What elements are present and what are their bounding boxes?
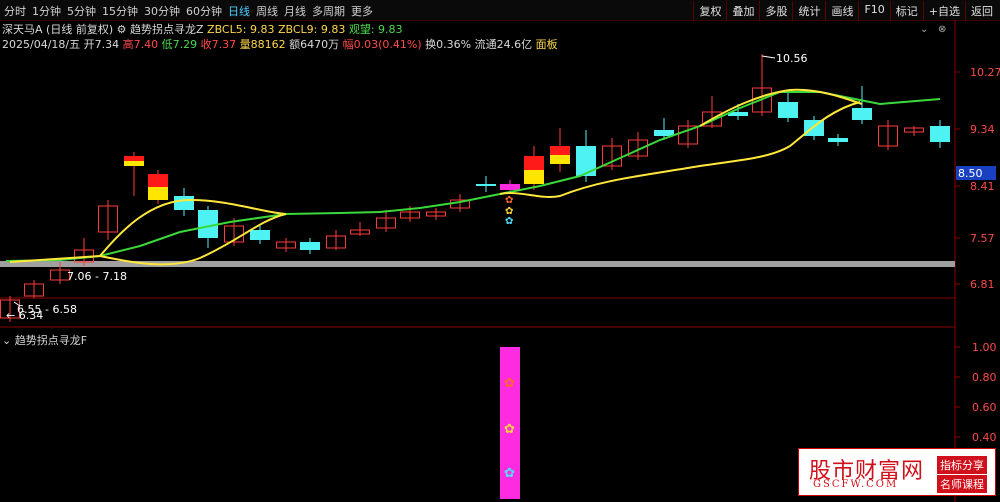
candle-body: [300, 242, 320, 250]
butterfly-signal-icon: ✿: [505, 216, 513, 227]
candle-body: [576, 146, 596, 176]
candle-body: [828, 138, 848, 142]
candle-body-signal: [148, 174, 168, 187]
price-axis-label: 8.41: [970, 180, 995, 193]
price-axis-label: 7.57: [970, 232, 995, 245]
candle-body: [778, 102, 798, 118]
price-axis-label: 9.34: [970, 123, 995, 136]
butterfly-indicator-icon: ✿: [504, 376, 515, 391]
candle-body-signal: [124, 156, 144, 161]
candle-body: [930, 126, 950, 142]
watermark-tag-courses: 名师课程: [937, 475, 987, 493]
candle-body: [852, 108, 872, 120]
watermark-url: GSCFW.COM: [813, 479, 899, 490]
low-label: ← 6.34: [6, 309, 43, 322]
watermark-logo: 股市财富网 GSCFW.COM 指标分享 名师课程: [798, 448, 996, 496]
candle-body-signal: [550, 155, 570, 164]
price-tag-label: 8.50: [958, 167, 983, 180]
candle-body-signal: [124, 161, 144, 166]
indicator-axis-label: 0.60: [972, 401, 997, 414]
trend-line-green: [5, 91, 941, 262]
range-label-1: 7.06 - 7.18: [67, 270, 127, 283]
candle-body-signal: [524, 170, 544, 184]
watermark-tag-indicators: 指标分享: [937, 456, 987, 474]
candle-body: [500, 184, 520, 190]
high-label: 10.56: [776, 52, 808, 65]
price-axis-label: 10.27: [970, 66, 1000, 79]
indicator-axis-label: 1.00: [972, 341, 997, 354]
candle-body: [250, 230, 270, 240]
kline-chart[interactable]: 10.27 9.34 8.41 7.57 6.81 8.50 ✿ ✿ ✿ 10.56 7.06 - …: [0, 0, 1000, 502]
candle-body: [174, 196, 194, 210]
indicator-axis-label: 0.80: [972, 371, 997, 384]
candle-body: [476, 184, 496, 186]
trend-line-yellow: [9, 198, 287, 266]
butterfly-signal-icon: ✿: [505, 195, 513, 206]
indicator-axis-label: 0.40: [972, 431, 997, 444]
high-pointer: [761, 55, 776, 59]
candle-body-signal: [550, 146, 570, 155]
butterfly-indicator-icon: ✿: [504, 466, 515, 481]
candle-body-signal: [524, 156, 544, 170]
candle-body-signal: [148, 187, 168, 200]
butterfly-indicator-icon: ✿: [504, 422, 515, 437]
price-axis-label: 6.81: [970, 278, 995, 291]
